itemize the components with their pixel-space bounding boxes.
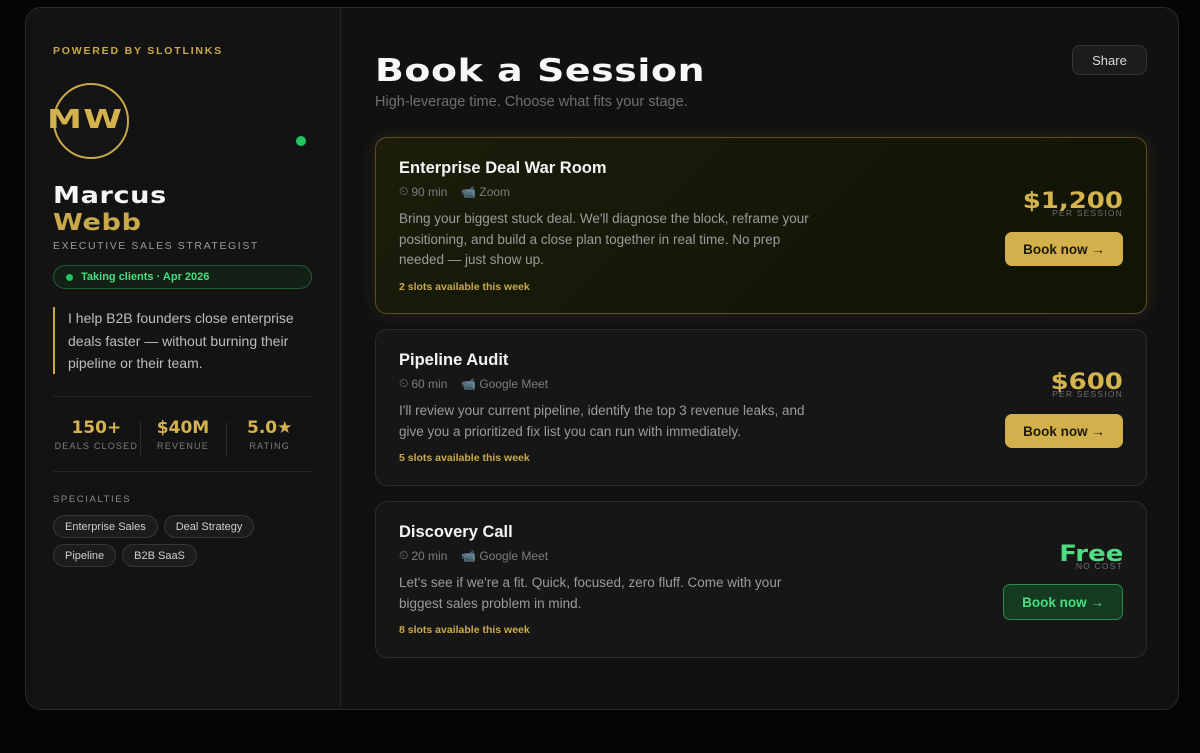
status-text: Taking clients · Apr 2026 bbox=[81, 271, 210, 283]
duration-text: 90 min bbox=[411, 184, 448, 199]
duration-text: 20 min bbox=[411, 548, 448, 563]
stat-label: REVENUE bbox=[157, 440, 209, 451]
session-title: Discovery Call bbox=[399, 523, 513, 541]
session-card-war-room: Enterprise Deal War Room ⏲ 90 min 📹 Zoom… bbox=[375, 137, 1147, 314]
profile-name: Marcus Webb bbox=[53, 183, 360, 237]
specialties-heading: SPECIALTIES bbox=[53, 494, 132, 505]
stat-value: 5.0★ bbox=[247, 417, 293, 438]
stat-label: RATING bbox=[249, 440, 290, 451]
video-camera-icon: 📹 bbox=[461, 184, 477, 199]
booking-page: POWERED BY SLOTLINKS MW Marcus Webb EXEC… bbox=[25, 7, 1179, 710]
session-description: Bring your biggest stuck deal. We'll dia… bbox=[399, 211, 809, 267]
specialty-chip: Deal Strategy bbox=[163, 515, 255, 538]
avatar-initials: MW bbox=[47, 105, 124, 135]
clock-icon: ⏲ bbox=[399, 548, 409, 562]
book-now-button[interactable]: Book now → bbox=[1005, 232, 1123, 266]
session-slots: 8 slots available this week bbox=[399, 624, 530, 636]
last-name: Webb bbox=[53, 210, 142, 236]
stat-value: $40M bbox=[156, 417, 210, 438]
session-duration: ⏲ 60 min bbox=[399, 376, 447, 391]
stat-value: 150+ bbox=[71, 417, 122, 438]
session-list: Enterprise Deal War Room ⏲ 90 min 📹 Zoom… bbox=[375, 137, 1147, 658]
page-subtitle: High-leverage time. Choose what fits you… bbox=[375, 94, 688, 110]
status-badge: Taking clients · Apr 2026 bbox=[53, 265, 312, 289]
session-title: Enterprise Deal War Room bbox=[399, 159, 607, 177]
book-now-button[interactable]: Book now → bbox=[1005, 414, 1123, 448]
session-price-block: $1,200 PER SESSION bbox=[1023, 190, 1123, 219]
clock-icon: ⏲ bbox=[399, 184, 409, 198]
profile-bio: I help B2B founders close enterprise dea… bbox=[53, 307, 313, 374]
video-camera-icon: 📹 bbox=[461, 376, 477, 391]
session-description: Let's see if we're a fit. Quick, focused… bbox=[399, 575, 782, 611]
session-card-discovery-call: Discovery Call ⏲ 20 min 📹 Google Meet Le… bbox=[375, 501, 1147, 658]
session-meta: ⏲ 20 min 📹 Google Meet bbox=[399, 548, 1123, 563]
specialty-chip: B2B SaaS bbox=[122, 544, 197, 567]
session-price: $600 bbox=[1050, 370, 1123, 395]
session-duration: ⏲ 20 min bbox=[399, 548, 447, 563]
platform-text: Google Meet bbox=[479, 376, 549, 391]
powered-by-label: POWERED BY SLOTLINKS bbox=[53, 45, 223, 57]
session-price: $1,200 bbox=[1022, 189, 1123, 214]
profile-role: EXECUTIVE SALES STRATEGIST bbox=[53, 240, 259, 252]
specialty-chip: Enterprise Sales bbox=[53, 515, 158, 538]
page-title: Book a Session bbox=[375, 53, 706, 89]
share-button[interactable]: Share bbox=[1072, 45, 1147, 75]
stat-deals-closed: 150+ DEALS CLOSED bbox=[53, 418, 140, 451]
session-title: Pipeline Audit bbox=[399, 351, 509, 369]
platform-text: Zoom bbox=[479, 184, 511, 199]
session-meta: ⏲ 60 min 📹 Google Meet bbox=[399, 376, 1123, 391]
session-slots: 5 slots available this week bbox=[399, 452, 530, 464]
session-platform: 📹 Google Meet bbox=[461, 548, 548, 563]
platform-text: Google Meet bbox=[479, 548, 549, 563]
avatar-block: MW bbox=[47, 83, 313, 159]
stats-row: 150+ DEALS CLOSED $40M REVENUE 5.0★ RATI… bbox=[53, 396, 313, 472]
profile-sidebar: POWERED BY SLOTLINKS MW Marcus Webb EXEC… bbox=[26, 8, 341, 709]
video-camera-icon: 📹 bbox=[461, 548, 477, 563]
stat-revenue: $40M REVENUE bbox=[139, 417, 227, 456]
specialty-chip: Pipeline bbox=[53, 544, 117, 567]
session-platform: 📹 Zoom bbox=[461, 184, 510, 199]
book-now-button[interactable]: Book now → bbox=[1003, 584, 1123, 620]
specialties-list: Enterprise Sales Deal Strategy Pipeline … bbox=[53, 515, 315, 567]
session-platform: 📹 Google Meet bbox=[461, 376, 548, 391]
session-description: I'll review your current pipeline, ident… bbox=[399, 403, 805, 439]
stat-label: DEALS CLOSED bbox=[54, 440, 139, 451]
online-status-dot bbox=[296, 136, 306, 146]
clock-icon: ⏲ bbox=[399, 376, 409, 390]
session-price-block: Free NO COST bbox=[1059, 543, 1123, 572]
session-slots: 2 slots available this week bbox=[399, 280, 530, 293]
first-name: Marcus bbox=[53, 183, 167, 209]
session-card-pipeline-audit: Pipeline Audit ⏲ 60 min 📹 Google Meet I'… bbox=[375, 329, 1147, 486]
session-meta: ⏲ 90 min 📹 Zoom bbox=[399, 184, 1123, 199]
sessions-panel: Book a Session High-leverage time. Choos… bbox=[341, 8, 1178, 709]
session-price: Free bbox=[1058, 542, 1123, 567]
duration-text: 60 min bbox=[411, 376, 448, 391]
session-duration: ⏲ 90 min bbox=[399, 184, 447, 199]
session-price-block: $600 PER SESSION bbox=[1051, 371, 1123, 400]
stat-rating: 5.0★ RATING bbox=[226, 417, 313, 456]
status-dot-icon bbox=[66, 273, 73, 281]
